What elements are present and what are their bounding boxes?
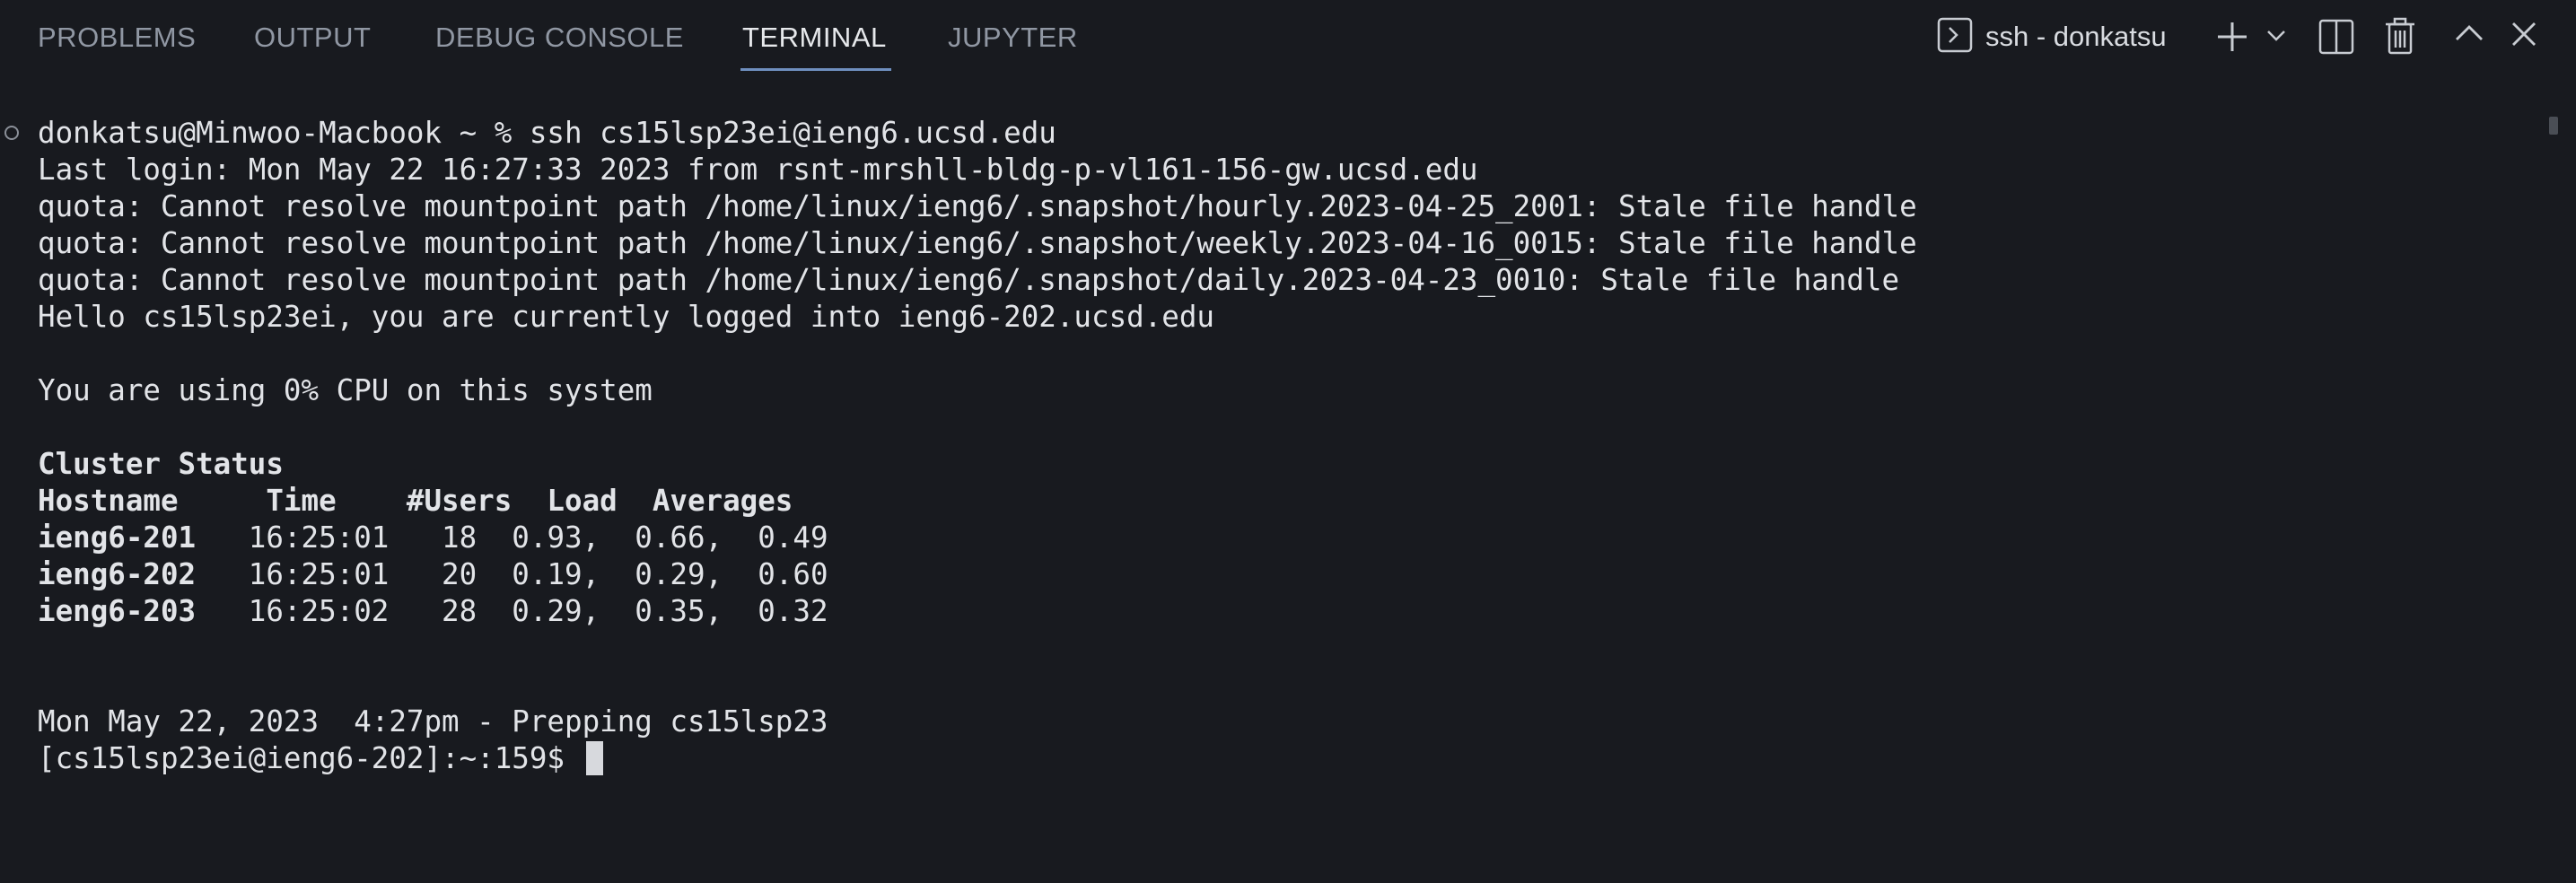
- split-icon[interactable]: [2318, 19, 2354, 55]
- chevron-down-icon[interactable]: [2265, 27, 2287, 45]
- terminal-output[interactable]: donkatsu@Minwoo-Macbook ~ % ssh cs15lsp2…: [0, 108, 2540, 883]
- terminal-name: ssh - donkatsu: [1985, 21, 2167, 52]
- output-line: You are using 0% CPU on this system: [38, 373, 653, 407]
- tab-output[interactable]: OUTPUT: [254, 20, 371, 56]
- cluster-row: ieng6-201 16:25:01 18 0.93, 0.66, 0.49: [38, 520, 828, 556]
- output-line: Last login: Mon May 22 16:27:33 2023 fro…: [38, 153, 1478, 187]
- command-decoration-icon[interactable]: [4, 126, 19, 140]
- cluster-host: ieng6-203: [38, 594, 197, 628]
- cluster-row: ieng6-203 16:25:02 28 0.29, 0.35, 0.32: [38, 593, 828, 630]
- trash-icon[interactable]: [2384, 17, 2416, 55]
- cluster-host: ieng6-201: [38, 520, 197, 555]
- panel-header: PROBLEMS OUTPUT DEBUG CONSOLE TERMINAL J…: [0, 0, 2576, 78]
- tab-terminal[interactable]: TERMINAL: [742, 20, 887, 56]
- output-line: quota: Cannot resolve mountpoint path /h…: [38, 189, 1917, 223]
- cluster-row: ieng6-202 16:25:01 20 0.19, 0.29, 0.60: [38, 556, 828, 593]
- active-tab-indicator: [740, 68, 891, 71]
- text-cursor: [585, 741, 603, 775]
- cluster-stats: 16:25:01 20 0.19, 0.29, 0.60: [196, 557, 828, 591]
- cluster-table-header: Hostname Time #Users Load Averages: [38, 484, 793, 518]
- tab-problems[interactable]: PROBLEMS: [38, 20, 196, 56]
- output-line: quota: Cannot resolve mountpoint path /h…: [38, 263, 1900, 297]
- terminal-scrollbar[interactable]: [2549, 117, 2558, 135]
- tab-debug-console[interactable]: DEBUG CONSOLE: [435, 20, 684, 56]
- cluster-host: ieng6-202: [38, 557, 197, 591]
- shell-prompt: [cs15lsp23ei@ieng6-202]:~:159$: [38, 741, 583, 775]
- tab-jupyter[interactable]: JUPYTER: [948, 20, 1078, 56]
- cluster-stats: 16:25:02 28 0.29, 0.35, 0.32: [196, 594, 828, 628]
- close-icon[interactable]: [2510, 21, 2537, 48]
- cluster-status-title: Cluster Status: [38, 447, 284, 481]
- banner-line: Mon May 22, 2023 4:27pm - Prepping cs15l…: [38, 704, 828, 739]
- plus-icon[interactable]: [2215, 20, 2249, 54]
- terminal-selector[interactable]: ssh - donkatsu: [1937, 17, 2167, 57]
- output-line: Hello cs15lsp23ei, you are currently log…: [38, 300, 1214, 334]
- maximize-icon[interactable]: [2454, 23, 2484, 43]
- output-line: quota: Cannot resolve mountpoint path /h…: [38, 226, 1917, 260]
- ssh-command-line: donkatsu@Minwoo-Macbook ~ % ssh cs15lsp2…: [38, 116, 1056, 150]
- current-prompt-line[interactable]: [cs15lsp23ei@ieng6-202]:~:159$: [38, 740, 603, 777]
- terminal-icon: [1937, 17, 1973, 57]
- cluster-stats: 16:25:01 18 0.93, 0.66, 0.49: [196, 520, 828, 555]
